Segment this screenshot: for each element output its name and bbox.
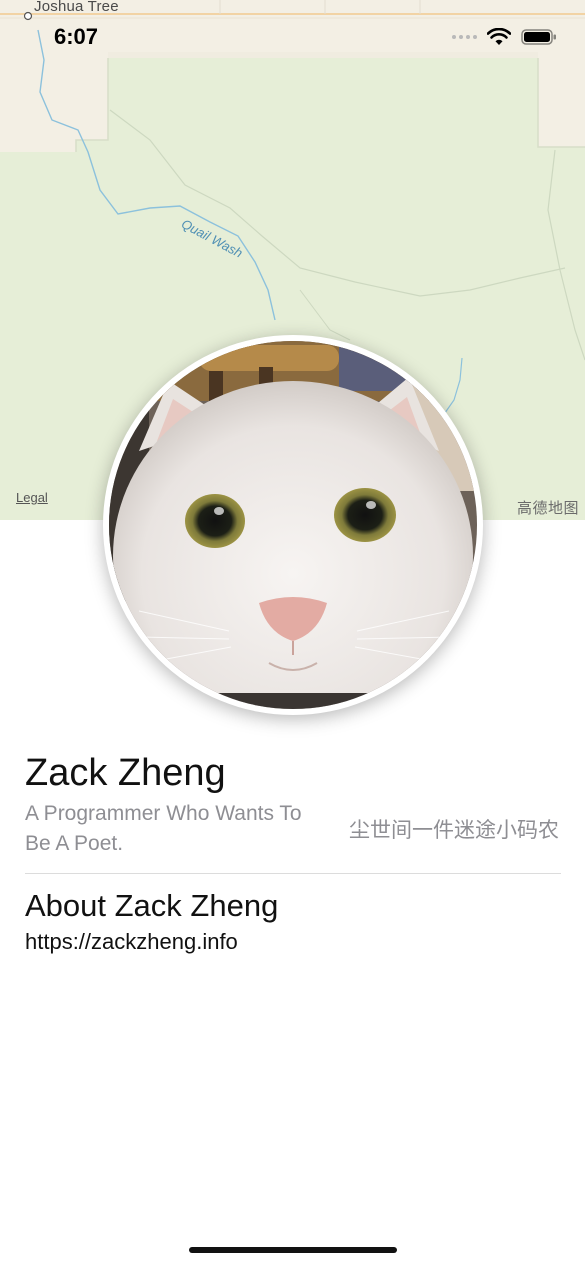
cat-photo-image <box>109 341 477 709</box>
profile-name: Zack Zheng <box>25 752 226 794</box>
wifi-icon <box>487 28 511 45</box>
map-attribution: 高德地图 <box>516 500 579 517</box>
about-title: About Zack Zheng <box>25 888 279 923</box>
map-legal-link[interactable]: Legal <box>16 490 48 505</box>
profile-screen: Joshua Tree Quail Wash Legal 高德地图 6:07 Z… <box>0 0 585 1266</box>
profile-tagline: A Programmer Who Wants To Be A Poet. <box>25 802 302 855</box>
map-place-label: Joshua Tree <box>34 0 119 15</box>
status-bar-icons <box>452 26 557 48</box>
section-divider <box>25 873 561 874</box>
avatar-frame <box>103 335 483 715</box>
status-bar-time: 6:07 <box>54 24 99 49</box>
battery-icon <box>521 29 556 45</box>
about-link[interactable]: https://zackzheng.info <box>25 929 238 955</box>
home-indicator[interactable] <box>189 1247 397 1253</box>
signal-dots-icon <box>452 35 477 39</box>
avatar[interactable] <box>109 341 477 709</box>
profile-subtitle-cn: 尘世间一件迷途小码农 <box>349 819 559 842</box>
